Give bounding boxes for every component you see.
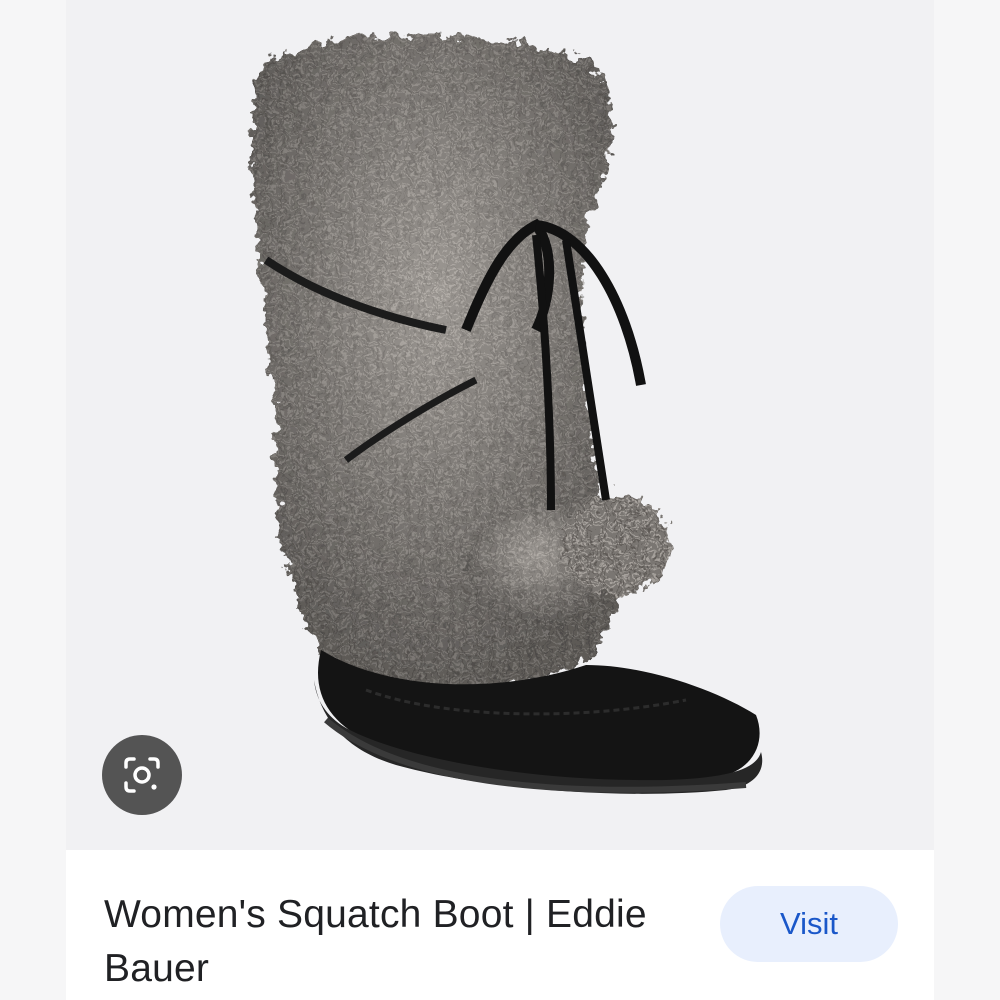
product-image[interactable]	[66, 0, 934, 850]
google-lens-icon	[124, 757, 160, 793]
google-lens-button[interactable]	[102, 735, 182, 815]
image-result-viewer: Women's Squatch Boot | Eddie Bauer Visit	[0, 0, 1000, 1000]
result-title[interactable]: Women's Squatch Boot | Eddie Bauer	[104, 888, 694, 996]
result-caption-card: Women's Squatch Boot | Eddie Bauer Visit	[66, 850, 934, 1000]
visit-button[interactable]: Visit	[720, 886, 898, 962]
boot-illustration	[251, 34, 763, 794]
